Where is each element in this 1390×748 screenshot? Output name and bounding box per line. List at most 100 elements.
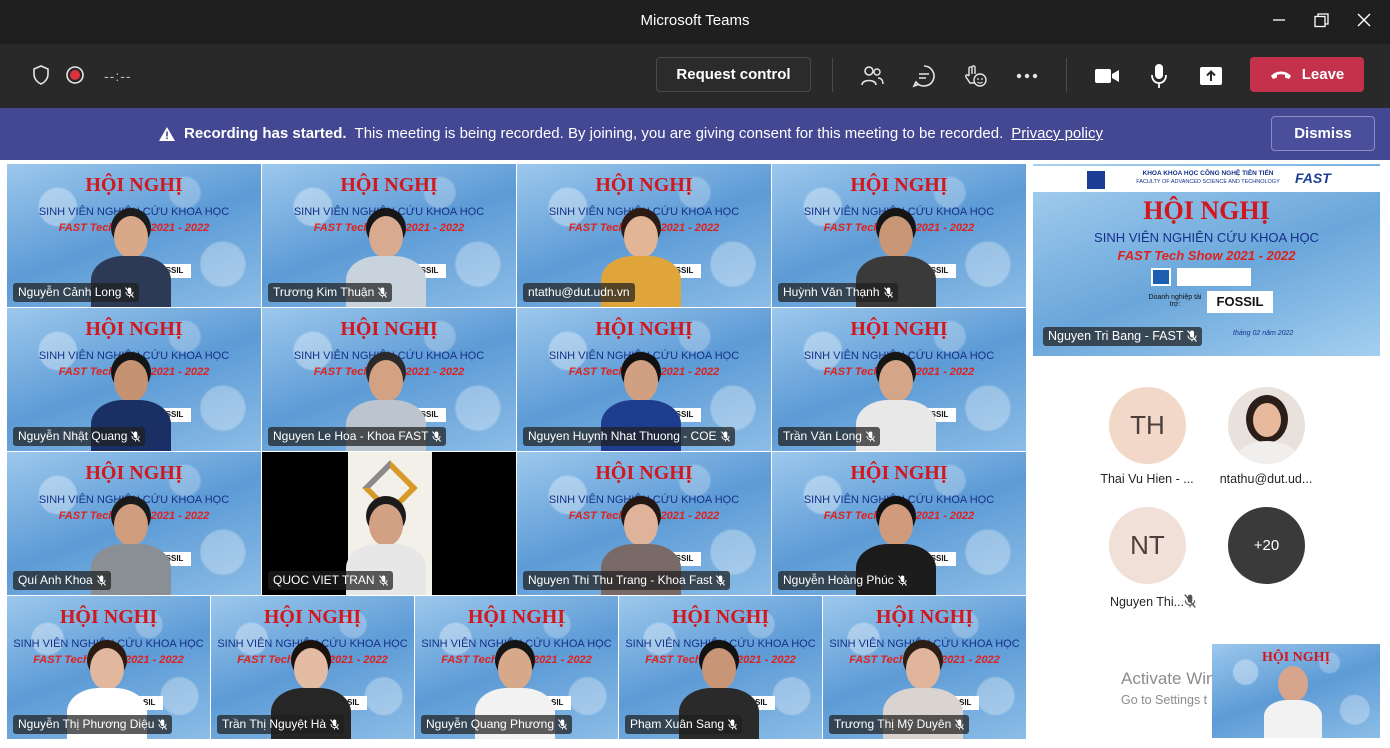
participant-name: Nguyễn Cảnh Long [18, 285, 122, 299]
participant-name: Trương Thị Mỹ Duyên [834, 717, 952, 731]
video-tile[interactable]: HỘI NGHỊSINH VIÊN NGHIÊN CỨU KHOA HỌCFAS… [7, 596, 210, 739]
restore-button[interactable] [1298, 0, 1344, 40]
video-tile[interactable]: HỘI NGHỊSINH VIÊN NGHIÊN CỨU KHOA HỌCFAS… [772, 308, 1026, 451]
participant-name: QUOC VIET TRAN [273, 573, 375, 587]
close-button[interactable] [1341, 0, 1387, 40]
slide-heading: HỘI NGHỊ [1261, 650, 1331, 665]
avatar-ntathu[interactable] [1228, 387, 1305, 464]
video-tile[interactable]: HỘI NGHỊSINH VIÊN NGHIÊN CỨU KHOA HỌCFAS… [517, 308, 771, 451]
mic-off-icon [158, 718, 168, 730]
dismiss-button[interactable]: Dismiss [1271, 116, 1375, 151]
slide-heading: HỘI NGHỊ [595, 318, 693, 340]
title-bar: Microsoft Teams [0, 0, 1390, 44]
mic-off-icon [378, 574, 388, 586]
recording-text: This meeting is being recorded. By joini… [354, 125, 1004, 142]
featured-video-tile[interactable]: KHOA KHOA HỌC CÔNG NGHỆ TIÊN TIẾN FACULT… [1033, 164, 1380, 356]
video-tile[interactable]: HỘI NGHỊSINH VIÊN NGHIÊN CỨU KHOA HỌCFAS… [619, 596, 822, 739]
participant-name: Nguyen Thi Thu Trang - Khoa Fast [528, 573, 713, 587]
leave-button[interactable]: Leave [1250, 57, 1364, 92]
participant-name: Trần Thị Nguyệt Hà [222, 717, 327, 731]
video-tile[interactable]: HỘI NGHỊSINH VIÊN NGHIÊN CỨU KHOA HỌCFAS… [262, 164, 516, 307]
more-count: +20 [1253, 537, 1280, 554]
participant-name-label: Nguyễn Thị Phương Diệu [13, 715, 173, 734]
slide-heading: HỘI NGHỊ [340, 318, 438, 340]
featured-name-label: Nguyen Tri Bang - FAST [1043, 327, 1203, 346]
avatar-name: Thai Vu Hien - ... [1100, 472, 1194, 486]
slide-heading: HỘI NGHỊ [671, 606, 770, 628]
slide-heading: HỘI NGHỊ [467, 606, 566, 628]
participant-name: Trương Kim Thuận [273, 285, 375, 299]
record-icon[interactable] [64, 64, 86, 86]
video-tile[interactable]: HỘI NGHỊSINH VIÊN NGHIÊN CỨU KHOA HỌCFAS… [517, 452, 771, 595]
slide-subheading: SINH VIÊN NGHIÊN CỨU KHOA HỌC [1094, 230, 1319, 245]
leave-label: Leave [1301, 66, 1345, 83]
privacy-policy-link[interactable]: Privacy policy [1011, 125, 1103, 142]
participant-name: Nguyễn Nhật Quang [18, 429, 128, 443]
warning-icon [159, 126, 175, 141]
toolbar-divider [832, 58, 833, 92]
avatar-photo-face [1253, 403, 1281, 437]
window-title: Microsoft Teams [640, 12, 750, 29]
video-tile[interactable]: HỘI NGHỊSINH VIÊN NGHIÊN CỨU KHOA HỌCFAS… [772, 452, 1026, 595]
chat-icon[interactable] [910, 62, 938, 90]
close-icon [1357, 13, 1371, 27]
video-tile[interactable]: HỘI NGHỊSINH VIÊN NGHIÊN CỨU KHOA HỌCFAS… [772, 164, 1026, 307]
share-icon[interactable] [1197, 62, 1225, 90]
video-tile[interactable]: HỘI NGHỊSINH VIÊN NGHIÊN CỨU KHOA HỌCFAS… [211, 596, 414, 739]
minimize-icon [1273, 19, 1285, 21]
faculty-name: KHOA KHOA HỌC CÔNG NGHỆ TIÊN TIẾN [1142, 170, 1274, 177]
mic-off-icon [897, 574, 907, 586]
video-tile[interactable]: HỘI NGHỊSINH VIÊN NGHIÊN CỨU KHOA HỌCFAS… [823, 596, 1026, 739]
request-control-button[interactable]: Request control [656, 57, 811, 92]
camera-icon[interactable] [1093, 62, 1121, 90]
avatar-thai-vu-hien[interactable]: TH [1109, 387, 1186, 464]
avatar-initials: TH [1130, 410, 1165, 440]
self-view-tile[interactable]: HỘI NGHỊ [1212, 644, 1380, 738]
minimize-button[interactable] [1256, 0, 1302, 40]
participant-name: Trần Văn Long [783, 429, 862, 443]
avatar-nguyen-thi[interactable]: NT [1109, 507, 1186, 584]
participants-icon[interactable] [858, 62, 886, 90]
more-icon[interactable] [1013, 62, 1041, 90]
mic-off-icon [96, 574, 106, 586]
meeting-timer: --:-- [104, 68, 132, 84]
slide-heading: HỘI NGHỊ [850, 462, 948, 484]
more-participants-button[interactable]: +20 [1228, 507, 1305, 584]
video-tile[interactable]: HỘI NGHỊSINH VIÊN NGHIÊN CỨU KHOA HỌCFAS… [415, 596, 618, 739]
participant-name-label: ntathu@dut.udn.vn [523, 283, 635, 302]
participant-name-label: Nguyễn Hoàng Phúc [778, 571, 912, 590]
mic-icon[interactable] [1145, 62, 1173, 90]
mic-off-icon [1184, 594, 1196, 608]
reactions-icon[interactable] [961, 62, 989, 90]
participant-name-label: Trương Kim Thuận [268, 283, 393, 302]
mic-off-icon [955, 718, 965, 730]
participant-name-label: QUOC VIET TRAN [268, 571, 393, 590]
shield-icon[interactable] [30, 64, 52, 86]
video-tile[interactable]: HỘI NGHỊSINH VIÊN NGHIÊN CỨU KHOA HỌCFAS… [7, 452, 261, 595]
slide-heading: HỘI NGHỊ [595, 462, 693, 484]
sponsor-logo-small [1151, 268, 1171, 286]
video-tile[interactable]: HỘI NGHỊSINH VIÊN NGHIÊN CỨU KHOA HỌCFAS… [262, 308, 516, 451]
meeting-stage: HỘI NGHỊ SINH VIÊN NGHIÊN CỨU KHOA HỌC FAS… [0, 160, 1390, 748]
mic-off-icon [720, 430, 730, 442]
video-tile[interactable]: HỘI NGHỊSINH VIÊN NGHIÊN CỨU KHOA HỌCFAS… [517, 164, 771, 307]
participant-name: Huỳnh Văn Thạnh [783, 285, 880, 299]
participant-name-label: Quí Anh Khoa [13, 571, 111, 590]
participant-name-label: Nguyen Le Hoa - Khoa FAST [268, 427, 447, 446]
video-tile[interactable]: QUOC VIET TRAN [262, 452, 516, 595]
video-tile[interactable]: HỘI NGHỊSINH VIÊN NGHIÊN CỨU KHOA HỌCFAS… [7, 164, 261, 307]
mic-off-icon [330, 718, 340, 730]
slide-heading: HỘI NGHỊ [340, 174, 438, 196]
avatar-photo-body [1238, 441, 1296, 464]
mic-off-icon [378, 286, 388, 298]
toolbar-divider [1066, 58, 1067, 92]
participant-name-label: Nguyễn Quang Phương [421, 715, 572, 734]
slide-heading: HỘI NGHỊ [595, 174, 693, 196]
mic-off-icon [1187, 330, 1198, 342]
slide-heading: HỘI NGHỊ [85, 318, 183, 340]
participant-name-label: Nguyễn Nhật Quang [13, 427, 146, 446]
video-tile[interactable]: HỘI NGHỊSINH VIÊN NGHIÊN CỨU KHOA HỌCFAS… [7, 308, 261, 451]
sponsor-caption: Doanh nghiệp tài trợ: [1148, 294, 1202, 308]
participant-name: Nguyễn Quang Phương [426, 717, 554, 731]
participant-name: ntathu@dut.udn.vn [528, 285, 630, 299]
